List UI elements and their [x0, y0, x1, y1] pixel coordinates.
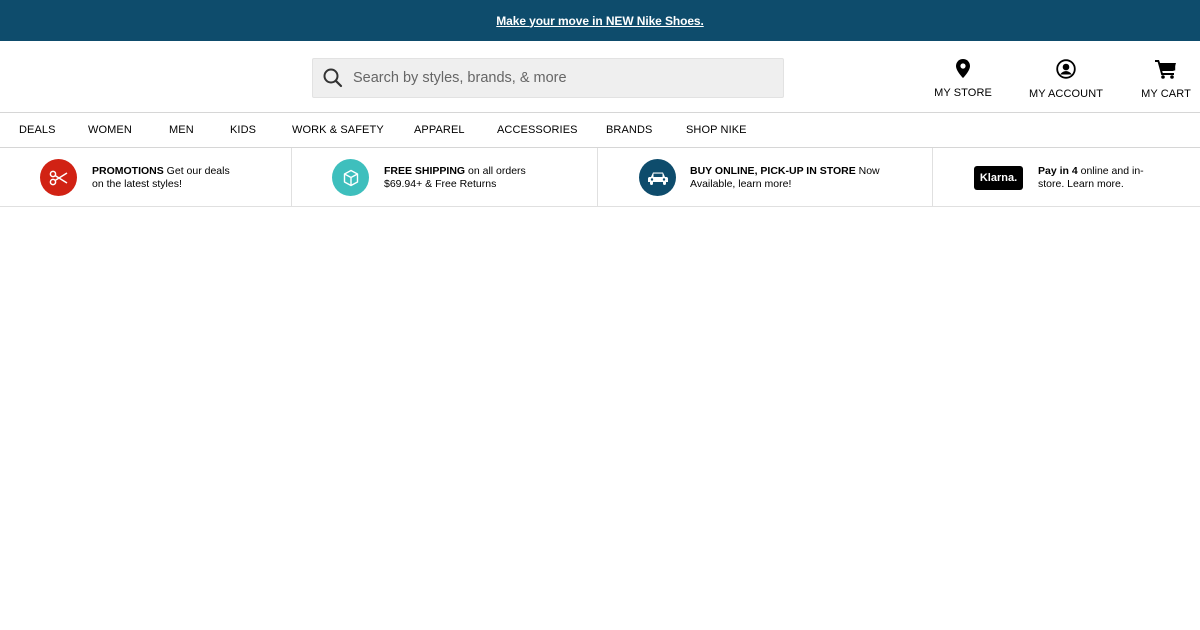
klarna-logo: Klarna. [974, 165, 1023, 190]
nav-item-deals[interactable]: DEALS [19, 124, 56, 136]
nav-item-shop-nike[interactable]: SHOP NIKE [686, 124, 747, 136]
promo-pickup-in-store[interactable]: BUY ONLINE, PICK-UP IN STORE Now Availabl… [639, 148, 924, 207]
promo-divider [597, 148, 598, 207]
my-account-label: MY ACCOUNT [1028, 88, 1104, 100]
promo-klarna[interactable]: Klarna. Pay in 4 online and in-store. Le… [974, 148, 1174, 207]
promo-pickup-text: BUY ONLINE, PICK-UP IN STORE Now Availabl… [690, 164, 880, 190]
promo-divider [291, 148, 292, 207]
my-cart-link[interactable]: MY CART [1141, 59, 1191, 100]
nav-item-men[interactable]: MEN [169, 124, 194, 136]
promo-divider [932, 148, 933, 207]
nav-item-women[interactable]: WOMEN [88, 124, 132, 136]
promo-klarna-text: Pay in 4 online and in-store. Learn more… [1038, 164, 1144, 190]
announcement-bar: Make your move in NEW Nike Shoes. [0, 0, 1200, 41]
search-box[interactable] [312, 58, 784, 98]
nav-item-work-safety[interactable]: WORK & SAFETY [292, 124, 384, 136]
box-icon [332, 159, 369, 196]
promo-strip: PROMOTIONS Get our deals on the latest st… [0, 148, 1200, 207]
nav-item-apparel[interactable]: APPAREL [414, 124, 465, 136]
my-store-link[interactable]: MY STORE [934, 59, 992, 99]
site-header: MY STORE MY ACCOUNT MY CART [0, 41, 1200, 113]
car-icon [639, 159, 676, 196]
promo-free-shipping[interactable]: FREE SHIPPING on all orders $69.94+ & Fre… [332, 148, 582, 207]
main-nav: DEALS WOMEN MEN KIDS WORK & SAFETY APPAR… [0, 113, 1200, 148]
my-account-link[interactable]: MY ACCOUNT [1029, 59, 1103, 100]
scissors-icon [40, 159, 77, 196]
my-cart-label: MY CART [1141, 88, 1191, 100]
search-input[interactable] [353, 59, 783, 97]
cart-icon [1155, 59, 1177, 84]
user-circle-icon [1056, 59, 1076, 84]
my-store-label: MY STORE [934, 87, 992, 99]
nav-item-accessories[interactable]: ACCESSORIES [497, 124, 578, 136]
map-pin-icon [956, 59, 970, 83]
nav-item-brands[interactable]: BRANDS [606, 124, 652, 136]
search-icon[interactable] [313, 59, 353, 97]
promo-promotions[interactable]: PROMOTIONS Get our deals on the latest st… [40, 148, 280, 207]
nav-item-kids[interactable]: KIDS [230, 124, 256, 136]
promo-promotions-text: PROMOTIONS Get our deals on the latest st… [92, 164, 230, 190]
promo-free-shipping-text: FREE SHIPPING on all orders $69.94+ & Fre… [384, 164, 526, 190]
announcement-link[interactable]: Make your move in NEW Nike Shoes. [496, 14, 704, 28]
